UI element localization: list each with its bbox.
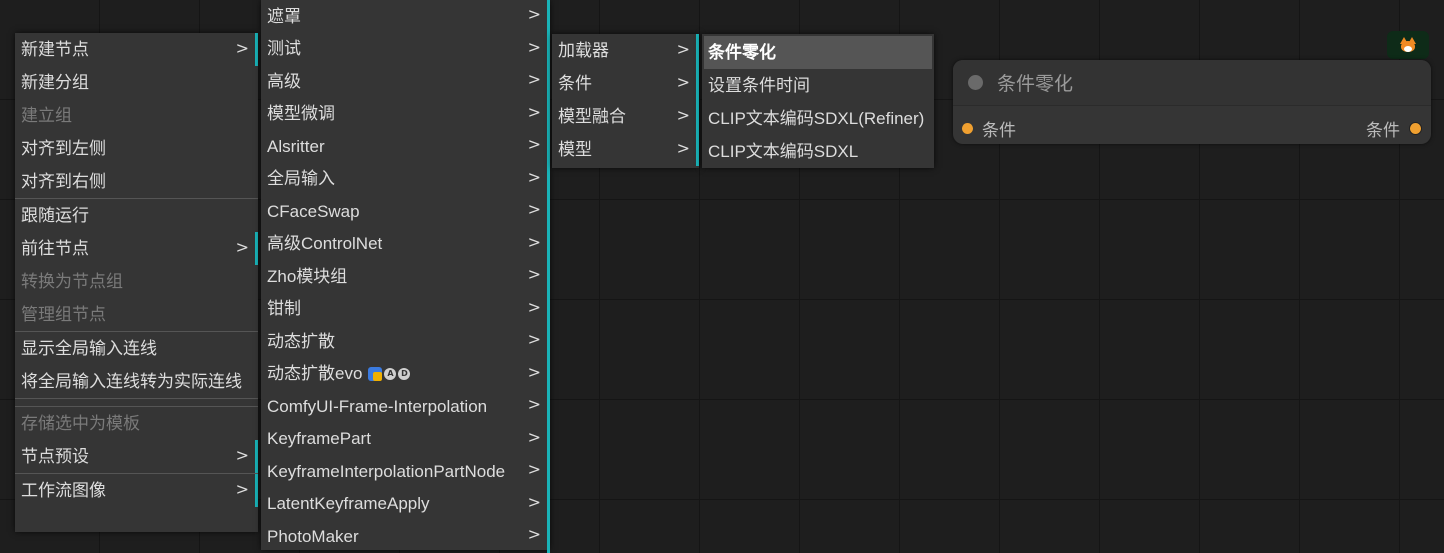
chevron-right-icon: >: [235, 444, 249, 464]
input-slot[interactable]: 条件: [962, 116, 1016, 141]
category-global-input[interactable]: 全局输入 >: [261, 162, 550, 195]
output-slot[interactable]: 条件: [1366, 116, 1422, 141]
menu-item-align-left[interactable]: 对齐到左侧: [15, 132, 258, 165]
category-model-merging[interactable]: 模型融合 >: [552, 100, 699, 133]
chevron-right-icon: >: [527, 134, 541, 154]
category-animatediff-evo[interactable]: 动态扩散evo A D >: [261, 357, 550, 390]
category-loaders[interactable]: 加载器 >: [552, 34, 699, 67]
chevron-right-icon: >: [527, 264, 541, 284]
category-frame-interpolation[interactable]: ComfyUI-Frame-Interpolation >: [261, 390, 550, 423]
circled-a-icon: A: [384, 367, 397, 380]
node-title: 条件零化: [997, 74, 1074, 95]
menu-item-node-templates[interactable]: 节点预设 >: [15, 440, 258, 473]
menu-item-convert-global-input-links[interactable]: 将全局输入连线转为实际连线: [15, 365, 258, 398]
chevron-right-icon: >: [527, 427, 541, 447]
menu-item-add-group[interactable]: 新建分组: [15, 66, 258, 99]
category-test[interactable]: 测试 >: [261, 32, 550, 65]
chevron-right-icon: >: [527, 492, 541, 512]
chevron-right-icon: >: [527, 524, 541, 544]
advanced-submenu: 加载器 > 条件 > 模型融合 > 模型 >: [552, 34, 699, 168]
chevron-right-icon: >: [676, 38, 690, 58]
theater-masks-icon: [368, 366, 383, 381]
category-advanced-controlnet[interactable]: 高级ControlNet >: [261, 227, 550, 260]
category-clamp[interactable]: 钳制 >: [261, 292, 550, 325]
menu-item-convert-to-group-node: 转换为节点组: [21, 272, 123, 291]
graph-node[interactable]: 条件零化 条件 条件: [953, 60, 1431, 144]
category-conditioning[interactable]: 条件 >: [552, 67, 699, 100]
menu-item-manage-group-nodes: 管理组节点: [21, 305, 106, 324]
evo-badges: A D: [368, 366, 411, 381]
fox-badge[interactable]: [1387, 31, 1429, 59]
canvas-context-menu: 新建节点 > 新建分组 建立组 对齐到左侧 对齐到右侧 跟随运行 前往节点 > 转换…: [15, 33, 258, 532]
category-zho-modules[interactable]: Zho模块组 >: [261, 260, 550, 293]
category-model[interactable]: 模型 >: [552, 133, 699, 166]
chevron-right-icon: >: [676, 104, 690, 124]
chevron-right-icon: >: [527, 167, 541, 187]
chevron-right-icon: >: [235, 37, 249, 57]
menu-item-go-to-node[interactable]: 前往节点 >: [15, 232, 258, 265]
node-option-set-conditioning-timestep[interactable]: 设置条件时间: [702, 69, 934, 102]
category-photomaker[interactable]: PhotoMaker >: [261, 520, 550, 553]
node-option-clip-text-encode-sdxl-refiner[interactable]: CLIP文本编码SDXL(Refiner): [702, 102, 934, 135]
chevron-right-icon: >: [527, 459, 541, 479]
input-slot-dot-icon[interactable]: [962, 123, 973, 134]
chevron-right-icon: >: [676, 137, 690, 157]
output-slot-label: 条件: [1366, 121, 1400, 140]
collapse-dot-icon[interactable]: [968, 75, 983, 90]
chevron-right-icon: >: [527, 102, 541, 122]
menu-item-save-selected-as-template: 存储选中为模板: [21, 414, 140, 433]
category-latent-keyframe-apply[interactable]: LatentKeyframeApply >: [261, 487, 550, 520]
category-mask[interactable]: 遮罩 >: [261, 0, 550, 33]
circled-d-icon: D: [398, 367, 411, 380]
chevron-right-icon: >: [527, 297, 541, 317]
category-advanced[interactable]: 高级 >: [261, 65, 550, 98]
node-category-menu: 遮罩 > 测试 > 高级 > 模型微调 > Alsritter > 全局输入 > CFace…: [261, 0, 550, 553]
chevron-right-icon: >: [527, 394, 541, 414]
node-title-bar[interactable]: 条件零化: [953, 60, 1431, 106]
fox-icon: [1399, 37, 1417, 53]
chevron-right-icon: >: [527, 362, 541, 382]
node-option-conditioning-zero-out[interactable]: 条件零化: [704, 36, 932, 69]
node-slots: 条件 条件: [953, 106, 1431, 144]
menu-item-workflow-image[interactable]: 工作流图像 >: [15, 474, 258, 507]
menu-item-follow-execution[interactable]: 跟随运行: [15, 199, 258, 232]
input-slot-label: 条件: [982, 121, 1016, 140]
chevron-right-icon: >: [527, 199, 541, 219]
category-alsritter[interactable]: Alsritter >: [261, 130, 550, 163]
chevron-right-icon: >: [527, 37, 541, 57]
chevron-right-icon: >: [676, 71, 690, 91]
category-keyframe-part[interactable]: KeyframePart >: [261, 422, 550, 455]
chevron-right-icon: >: [235, 478, 249, 498]
menu-item-align-right[interactable]: 对齐到右侧: [15, 165, 258, 198]
menu-item-add-node[interactable]: 新建节点 >: [15, 33, 258, 66]
chevron-right-icon: >: [235, 236, 249, 256]
chevron-right-icon: >: [527, 329, 541, 349]
conditioning-submenu: 条件零化 设置条件时间 CLIP文本编码SDXL(Refiner) CLIP文本…: [702, 34, 934, 168]
category-model-finetune[interactable]: 模型微调 >: [261, 97, 550, 130]
category-keyframe-interpolation-part-node[interactable]: KeyframeInterpolationPartNode >: [261, 455, 550, 488]
category-animatediff[interactable]: 动态扩散 >: [261, 325, 550, 358]
chevron-right-icon: >: [527, 69, 541, 89]
output-slot-dot-icon[interactable]: [1409, 122, 1422, 135]
chevron-right-icon: >: [527, 4, 541, 24]
chevron-right-icon: >: [527, 232, 541, 252]
menu-item-show-global-input-links[interactable]: 显示全局输入连线: [15, 332, 258, 365]
menu-item-create-group: 建立组: [21, 106, 72, 125]
node-option-clip-text-encode-sdxl[interactable]: CLIP文本编码SDXL: [702, 135, 934, 168]
category-cfaceswap[interactable]: CFaceSwap >: [261, 195, 550, 228]
